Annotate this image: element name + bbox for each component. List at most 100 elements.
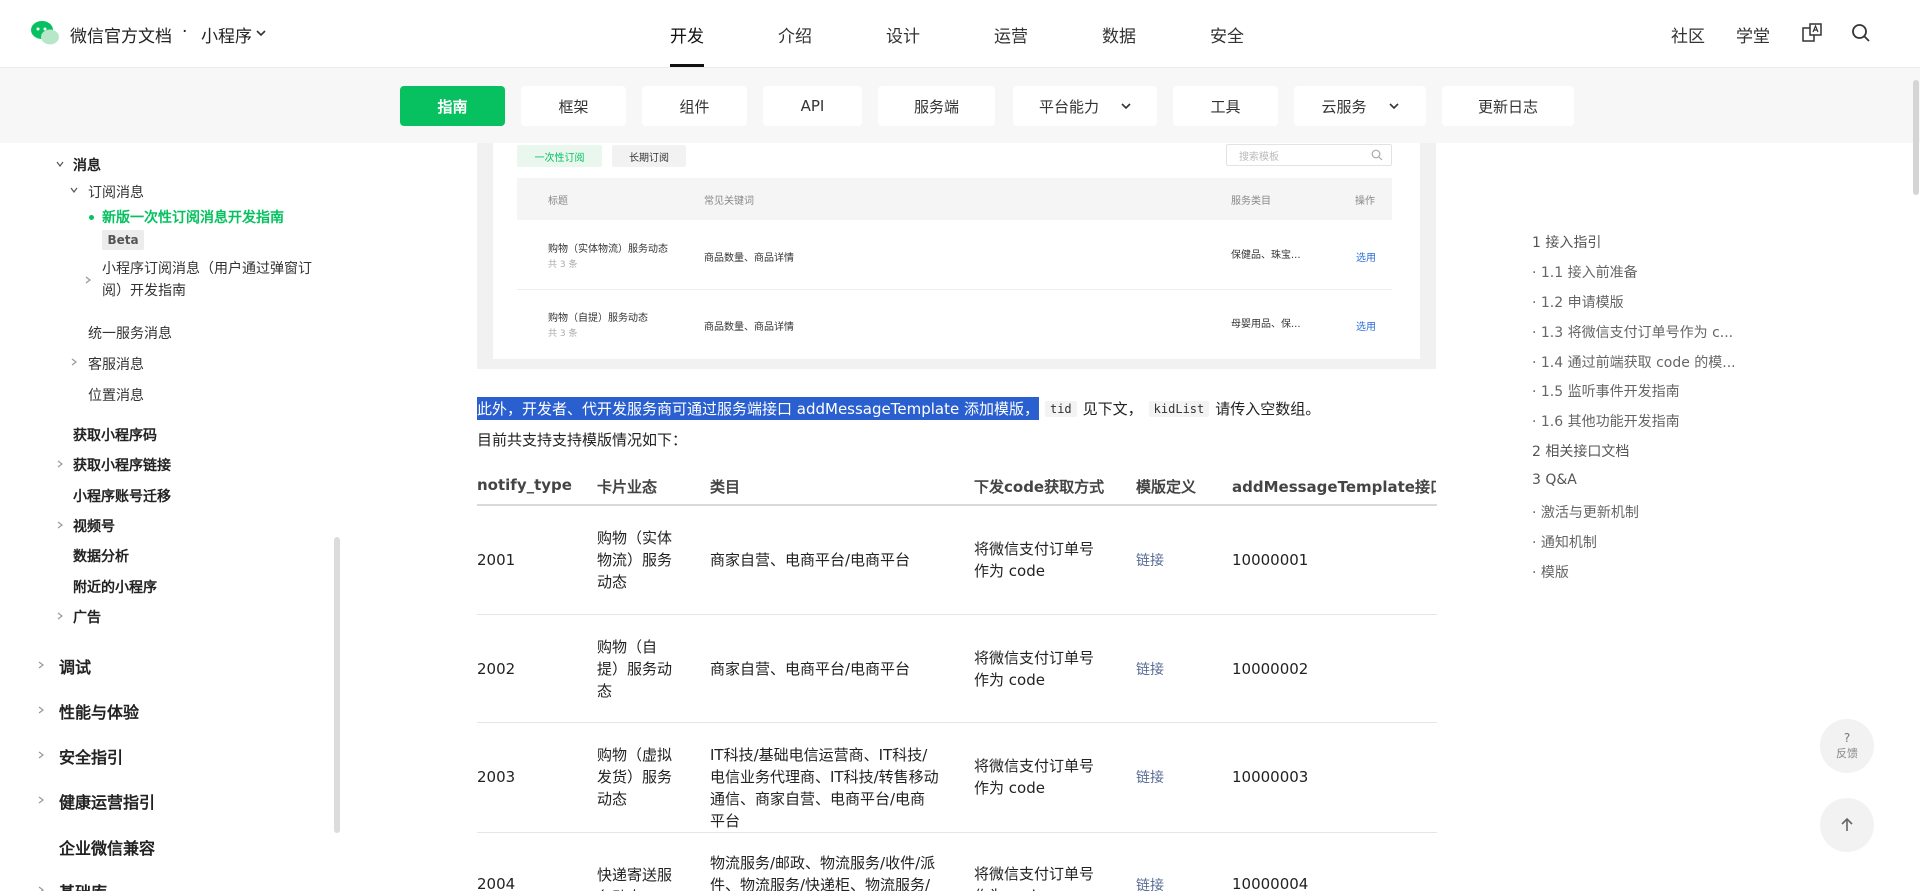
page-scrollbar[interactable]: [1913, 80, 1919, 195]
table-cell-type: 2001: [477, 551, 516, 569]
toc-item[interactable]: 2 相关接口文档: [1532, 441, 1629, 461]
tab-guide[interactable]: 指南: [400, 86, 505, 126]
paragraph-text: 请传入空数组。: [1215, 400, 1321, 418]
tab-platform[interactable]: 平台能力: [1013, 86, 1157, 126]
nav-develop[interactable]: 开发: [670, 22, 704, 47]
tab-cloud[interactable]: 云服务: [1294, 86, 1426, 126]
arrow-up-icon: [1841, 817, 1853, 831]
chevron-right-icon[interactable]: [37, 886, 45, 891]
sidebar-item-migrate[interactable]: 小程序账号迁移: [73, 486, 171, 506]
table-header-biz: 卡片业态: [597, 478, 658, 496]
nav-community[interactable]: 社区: [1671, 22, 1705, 47]
sidebar-item-security-guide[interactable]: 安全指引: [59, 744, 123, 768]
brand-title[interactable]: 微信官方文档: [70, 22, 172, 47]
sidebar-item-popup-subscribe[interactable]: 小程序订阅消息（用户通过弹窗订阅）开发指南: [102, 258, 312, 302]
toc-item[interactable]: · 通知机制: [1532, 532, 1597, 552]
template-def-link[interactable]: 链接: [1136, 875, 1164, 891]
table-cell-tid: 10000004: [1232, 875, 1309, 891]
chevron-right-icon[interactable]: [84, 276, 92, 284]
tab-changelog[interactable]: 更新日志: [1442, 86, 1574, 126]
tab-framework[interactable]: 框架: [521, 86, 626, 126]
template-def-link[interactable]: 链接: [1136, 767, 1164, 787]
toc-item[interactable]: · 1.2 申请模版: [1532, 292, 1624, 312]
back-to-top-button[interactable]: [1820, 798, 1874, 852]
toc-item[interactable]: 3 Q&A: [1532, 472, 1577, 488]
chevron-right-icon[interactable]: [56, 521, 64, 529]
toc-item[interactable]: · 1.1 接入前准备: [1532, 262, 1638, 282]
sidebar-item-qrcode[interactable]: 获取小程序码: [73, 425, 157, 445]
figure-row-title: 购物（自提）服务动态: [548, 313, 648, 324]
chevron-right-icon[interactable]: [37, 751, 45, 759]
product-switcher[interactable]: 小程序: [201, 22, 252, 47]
inline-code-tid: tid: [1044, 400, 1077, 417]
tab-api[interactable]: API: [763, 86, 862, 126]
sidebar-item-message[interactable]: 消息: [73, 155, 101, 175]
search-icon: [1371, 149, 1383, 161]
nav-security[interactable]: 安全: [1210, 22, 1244, 47]
wechat-logo-icon[interactable]: [30, 20, 60, 46]
feedback-label: 反馈: [1836, 747, 1858, 760]
table-header-template-def: 模版定义: [1136, 478, 1197, 496]
sidebar-item-location-message[interactable]: 位置消息: [88, 385, 144, 405]
feedback-button[interactable]: ? 反馈: [1820, 719, 1874, 773]
chevron-right-icon[interactable]: [56, 460, 64, 468]
tab-components[interactable]: 组件: [642, 86, 747, 126]
chevron-right-icon[interactable]: [37, 796, 45, 804]
chevron-down-icon[interactable]: [56, 160, 64, 168]
figure-row-sub: 共 3 条: [548, 329, 578, 339]
sidebar-item-nearby[interactable]: 附近的小程序: [73, 577, 157, 597]
toc-item[interactable]: · 激活与更新机制: [1532, 502, 1639, 522]
toc-item[interactable]: 1 接入指引: [1532, 232, 1601, 252]
table-cell-biz: 购物（虚拟发货）服务动态: [597, 746, 673, 808]
sidebar-item-subscribe[interactable]: 订阅消息: [88, 182, 144, 202]
sidebar-item-customer-service[interactable]: 客服消息: [88, 354, 144, 374]
tab-tools[interactable]: 工具: [1173, 86, 1278, 126]
sidebar-item-channels[interactable]: 视频号: [73, 516, 115, 536]
table-cell-tid: 10000001: [1232, 551, 1309, 569]
table-cell-category: IT科技/基础电信运营商、IT科技/电信业务代理商、IT科技/转售移动通信、商家…: [710, 746, 939, 830]
sidebar-item-wecom[interactable]: 企业微信兼容: [59, 835, 155, 859]
nav-operate[interactable]: 运营: [994, 22, 1028, 47]
sidebar-item-uniform-message[interactable]: 统一服务消息: [88, 323, 172, 343]
sidebar-scrollbar[interactable]: [334, 537, 340, 833]
sidebar-item-debug[interactable]: 调试: [59, 654, 91, 678]
chevron-down-icon: [1121, 103, 1131, 110]
chevron-down-icon[interactable]: [70, 186, 78, 194]
table-cell-code-method: 将微信支付订单号作为 code: [974, 649, 1095, 689]
tab-server[interactable]: 服务端: [878, 86, 995, 126]
tab-label: 指南: [437, 97, 468, 116]
sidebar-item-link[interactable]: 获取小程序链接: [73, 455, 171, 475]
chevron-right-icon[interactable]: [37, 706, 45, 714]
toc-item[interactable]: · 1.3 将微信支付订单号作为 c...: [1532, 322, 1733, 342]
nav-intro[interactable]: 介绍: [778, 22, 812, 47]
sidebar-item-base-lib[interactable]: 基础库: [59, 879, 107, 891]
nav-data[interactable]: 数据: [1102, 22, 1136, 47]
figure-tab-long: 长期订阅: [612, 145, 686, 167]
sidebar-item-ads[interactable]: 广告: [73, 607, 101, 627]
sidebar-item-analytics[interactable]: 数据分析: [73, 546, 129, 566]
figure-row-category: 保健品、珠宝...: [1231, 250, 1301, 261]
table-row-divider: [477, 614, 1437, 615]
search-icon[interactable]: [1850, 22, 1872, 44]
toc-item[interactable]: · 模版: [1532, 562, 1569, 582]
table-cell-tid: 10000003: [1232, 768, 1309, 786]
template-def-link[interactable]: 链接: [1136, 659, 1164, 679]
figure-row-keywords: 商品数量、商品详情: [704, 322, 794, 333]
template-def-link[interactable]: 链接: [1136, 550, 1164, 570]
sidebar-item-new-once-subscribe[interactable]: 新版一次性订阅消息开发指南: [102, 207, 284, 227]
toc-item[interactable]: · 1.4 通过前端获取 code 的模...: [1532, 352, 1736, 372]
table-cell-category: 物流服务/邮政、物流服务/收件/派件、物流服务/快递柜、物流服务/货: [710, 854, 936, 891]
translate-icon[interactable]: [1801, 22, 1823, 44]
chevron-right-icon[interactable]: [70, 358, 78, 366]
nav-academy[interactable]: 学堂: [1736, 22, 1770, 47]
sidebar-item-performance[interactable]: 性能与体验: [59, 699, 139, 723]
chevron-right-icon[interactable]: [56, 612, 64, 620]
chevron-down-icon[interactable]: [256, 28, 266, 38]
selected-text[interactable]: 此外，开发者、代开发服务商可通过服务端接口 addMessageTemplate…: [477, 397, 1039, 420]
toc-item[interactable]: · 1.6 其他功能开发指南: [1532, 411, 1680, 431]
sidebar-item-health[interactable]: 健康运营指引: [59, 789, 155, 813]
table-cell-code-method: 将微信支付订单号作为 code: [974, 865, 1095, 891]
toc-item[interactable]: · 1.5 监听事件开发指南: [1532, 381, 1680, 401]
chevron-right-icon[interactable]: [37, 661, 45, 669]
nav-design[interactable]: 设计: [886, 22, 920, 47]
